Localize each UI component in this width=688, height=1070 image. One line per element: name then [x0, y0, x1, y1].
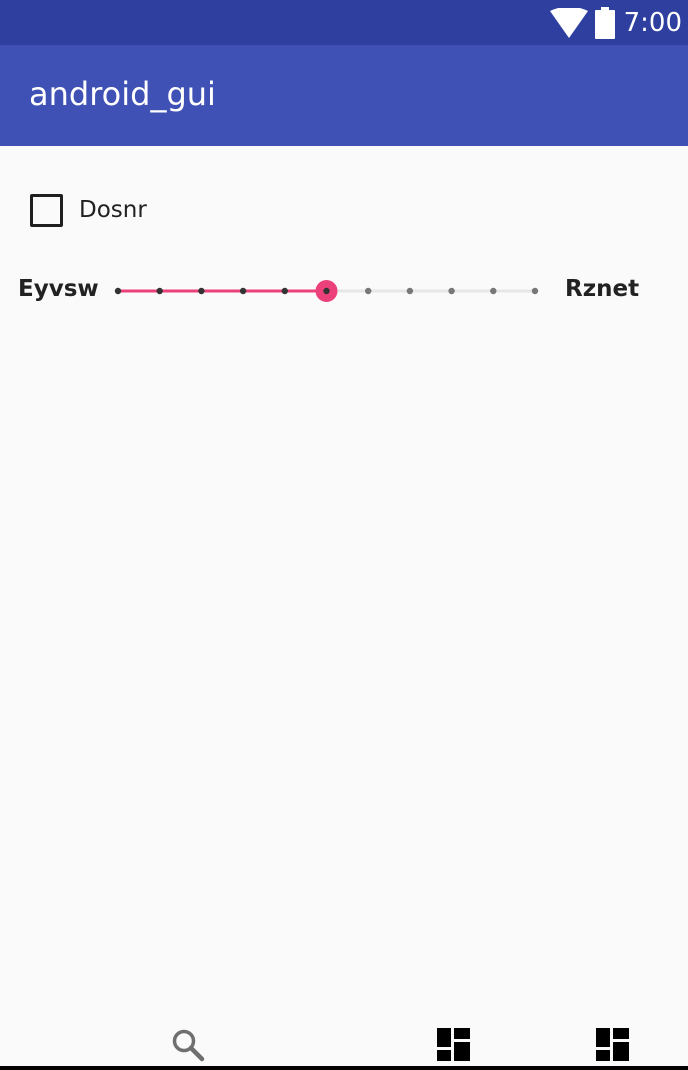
seekbar[interactable] [108, 270, 548, 312]
app-title: android_gui [29, 75, 216, 113]
seekbar-tick [198, 287, 205, 295]
dosnr-checkbox[interactable]: Dosnr [30, 193, 147, 227]
status-bar: 7:00 [0, 0, 688, 45]
battery-icon [594, 7, 615, 39]
seekbar-tick [490, 287, 497, 295]
seekbar-row: Eyvsw Rznet [0, 270, 688, 312]
dashboard-icon[interactable] [437, 1028, 470, 1061]
seekbar-tick [239, 287, 247, 295]
seekbar-tick [114, 287, 122, 295]
seekbar-tick [365, 287, 372, 295]
checkbox-label: Dosnr [79, 197, 147, 223]
clock: 7:00 [623, 8, 682, 38]
seekbar-thumb-tick [323, 287, 330, 295]
checkbox-box[interactable] [30, 193, 63, 227]
seekbar-tick [281, 287, 288, 295]
seekbar-min-label: Eyvsw [18, 276, 99, 302]
seekbar-tick [406, 287, 414, 295]
dashboard-icon[interactable] [596, 1028, 629, 1061]
seekbar-tick [531, 287, 539, 295]
seekbar-max-label: Rznet [565, 276, 640, 302]
status-icons: 7:00 [549, 5, 682, 41]
app-bar: android_gui [0, 45, 688, 146]
search-icon[interactable] [170, 1027, 206, 1063]
wifi-icon [549, 8, 588, 38]
seekbar-tick [156, 287, 163, 295]
bottom-navigation [0, 1018, 688, 1070]
seekbar-tick [448, 287, 455, 295]
bottom-divider [0, 1066, 688, 1070]
